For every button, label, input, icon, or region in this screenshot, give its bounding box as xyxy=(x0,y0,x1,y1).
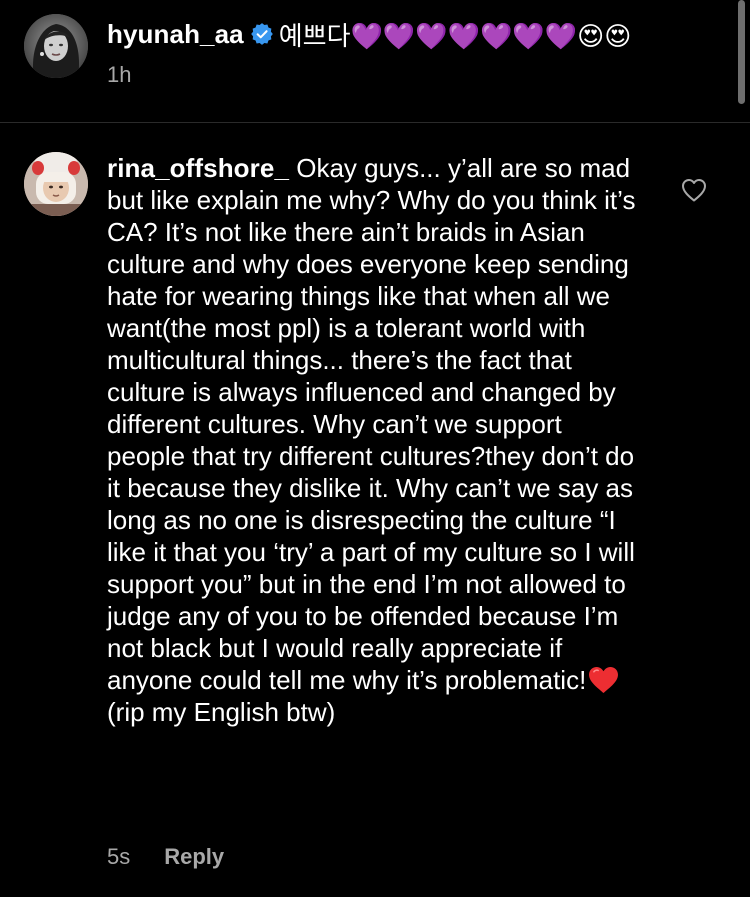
section-divider xyxy=(0,122,750,123)
red-heart-icon xyxy=(589,666,619,694)
caption-text: 예쁘다💜💜💜💜💜💜💜😍😍 xyxy=(278,20,632,51)
verified-badge-icon xyxy=(250,23,273,45)
comment-meta: 5s Reply xyxy=(107,842,224,872)
scrollbar[interactable] xyxy=(738,0,745,104)
comment-text-tail: (rip my English btw) xyxy=(107,697,336,727)
caption-timestamp: 1h xyxy=(107,62,132,87)
caption-line: hyunah_aa 예쁘다💜💜💜💜💜💜💜😍😍 xyxy=(107,14,631,54)
comment-username[interactable]: rina_offshore_ xyxy=(107,153,289,183)
comment-body: rina_offshore_ Okay guys... y’all are so… xyxy=(107,152,647,728)
reply-button[interactable]: Reply xyxy=(164,844,224,870)
post-caption: hyunah_aa 예쁘다💜💜💜💜💜💜💜😍😍 1h xyxy=(0,0,750,122)
caption-username[interactable]: hyunah_aa xyxy=(107,19,244,50)
author-avatar[interactable] xyxy=(24,14,88,78)
heart-outline-icon[interactable] xyxy=(680,176,708,204)
comment-text: Okay guys... y’all are so mad but like e… xyxy=(107,153,636,695)
commenter-avatar[interactable] xyxy=(24,152,88,216)
comment-timestamp: 5s xyxy=(107,844,131,869)
